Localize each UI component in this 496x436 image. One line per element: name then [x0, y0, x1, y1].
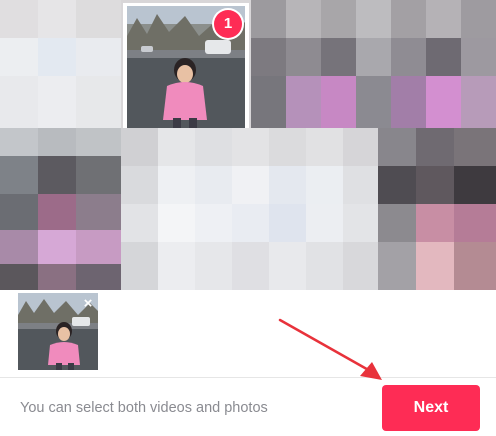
media-tile-blurred[interactable]: [0, 0, 121, 128]
media-tile-blurred[interactable]: [121, 128, 378, 290]
selection-hint: You can select both videos and photos: [20, 400, 268, 416]
footer-divider: [0, 377, 496, 378]
next-button[interactable]: Next: [382, 385, 480, 431]
media-tile-blurred[interactable]: [378, 128, 496, 290]
selection-count-badge: 1: [214, 10, 242, 38]
remove-icon[interactable]: ×: [80, 296, 96, 312]
media-tile-blurred[interactable]: [251, 0, 496, 128]
media-tile-blurred[interactable]: [0, 128, 121, 290]
media-grid: 1: [0, 0, 496, 290]
